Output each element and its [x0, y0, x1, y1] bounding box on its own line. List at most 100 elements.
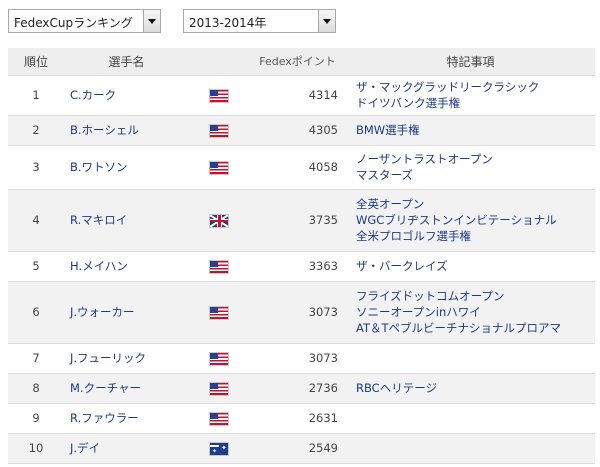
table-row: 10J.デイ ✦ 2549 — [8, 433, 595, 464]
tournament-link[interactable]: RBCヘリテージ — [356, 380, 595, 396]
header-points: Fedexポイント — [249, 48, 346, 76]
table-row: 8 M.クーチャー 2736 RBCヘリテージ — [8, 373, 595, 404]
flag-cell — [189, 145, 249, 190]
player-cell: M.クーチャー — [64, 373, 189, 404]
player-cell: R.ファウラー — [64, 403, 189, 434]
player-cell: C.カーク — [64, 75, 189, 116]
tournament-link[interactable]: ザ・バークレイズ — [356, 258, 595, 274]
header-notes: 特記事項 — [346, 48, 595, 76]
us-flag-icon — [210, 89, 228, 102]
flag-cell — [189, 189, 249, 252]
points-cell: 3073 — [249, 343, 346, 374]
tournament-link[interactable]: AT＆Tペブルビーチナショナルプロアマ — [356, 320, 595, 336]
points-cell: 2736 — [249, 373, 346, 404]
notes-cell: ノーザントラストオープン マスターズ — [346, 145, 595, 190]
notes-cell — [346, 343, 595, 374]
table-row: 6 J.ウォーカー 3073 フライズドットコムオープン ソニーオープンinハワイ AT＆… — [8, 281, 595, 344]
player-cell: J.ウォーカー — [64, 281, 189, 344]
rank-cell: 1 — [8, 75, 64, 116]
tournament-link[interactable]: ノーザントラストオープン — [356, 151, 595, 167]
points-cell: 3073 — [249, 281, 346, 344]
table-row: 4 R.マキロイ 3735 全英オープン WGCブリヂストンインビテーショナル 全米プロゴ… — [8, 189, 595, 252]
player-link[interactable]: J.デイ — [64, 441, 100, 455]
flag-cell — [189, 75, 249, 116]
us-flag-icon — [210, 352, 228, 365]
tournament-link[interactable]: ドイツバンク選手権 — [356, 95, 595, 111]
au-flag-icon: ✦ — [210, 442, 228, 455]
table-row: 3 B.ワトソン 4058 ノーザントラストオープン マスターズ — [8, 145, 595, 190]
player-link[interactable]: H.メイハン — [64, 259, 128, 273]
tournament-link[interactable]: 全米プロゴルフ選手権 — [356, 228, 595, 244]
table-row: 5 H.メイハン 3363 ザ・バークレイズ — [8, 251, 595, 282]
notes-cell: BMW選手権 — [346, 115, 595, 146]
chevron-down-icon[interactable] — [143, 10, 160, 32]
tournament-link[interactable]: BMW選手権 — [356, 122, 595, 138]
points-cell: 3363 — [249, 251, 346, 282]
player-link[interactable]: R.マキロイ — [64, 213, 127, 227]
table-row: 7 J.フューリック 3073 — [8, 343, 595, 374]
notes-cell: RBCヘリテージ — [346, 373, 595, 404]
player-cell: R.マキロイ — [64, 189, 189, 252]
notes-cell: フライズドットコムオープン ソニーオープンinハワイ AT＆Tペブルビーチナショナル… — [346, 281, 595, 344]
notes-cell — [346, 433, 595, 464]
player-link[interactable]: J.ウォーカー — [64, 305, 135, 319]
player-cell: H.メイハン — [64, 251, 189, 282]
us-flag-icon — [210, 306, 228, 319]
player-link[interactable]: B.ホーシェル — [64, 123, 139, 137]
table-row: 9 R.ファウラー 2631 — [8, 403, 595, 434]
player-link[interactable]: J.フューリック — [64, 351, 146, 365]
header-flag — [189, 48, 249, 76]
rank-cell: 4 — [8, 189, 64, 252]
table-header-row: 順位 選手名 Fedexポイント 特記事項 — [8, 48, 595, 76]
flag-cell — [189, 343, 249, 374]
rank-cell: 8 — [8, 373, 64, 404]
player-link[interactable]: M.クーチャー — [64, 381, 141, 395]
rank-cell: 9 — [8, 403, 64, 434]
points-cell: 4314 — [249, 75, 346, 116]
chevron-down-icon[interactable] — [318, 10, 335, 32]
points-cell: 4305 — [249, 115, 346, 146]
us-flag-icon — [210, 124, 228, 137]
flag-cell: ✦ — [189, 433, 249, 464]
player-link[interactable]: R.ファウラー — [64, 411, 139, 425]
table-row: 2 B.ホーシェル 4305 BMW選手権 — [8, 115, 595, 146]
season-value: 2013-2014年 — [189, 16, 267, 30]
tournament-link[interactable]: WGCブリヂストンインビテーショナル — [356, 212, 595, 228]
tournament-link[interactable]: ザ・マックグラッドリークラシック — [356, 79, 595, 95]
ranking-type-select[interactable]: FedexCupランキング — [8, 9, 161, 33]
uk-flag-icon — [210, 214, 228, 227]
notes-cell: 全英オープン WGCブリヂストンインビテーショナル 全米プロゴルフ選手権 — [346, 189, 595, 252]
us-flag-icon — [210, 260, 228, 273]
rank-cell: 10 — [8, 433, 64, 464]
player-cell: J.フューリック — [64, 343, 189, 374]
header-player: 選手名 — [64, 48, 189, 76]
notes-cell: ザ・マックグラッドリークラシック ドイツバンク選手権 — [346, 75, 595, 116]
notes-cell: ザ・バークレイズ — [346, 251, 595, 282]
player-cell: J.デイ — [64, 433, 189, 464]
tournament-link[interactable]: 全英オープン — [356, 196, 595, 212]
flag-cell — [189, 251, 249, 282]
rank-cell: 2 — [8, 115, 64, 146]
points-cell: 2549 — [249, 433, 346, 464]
player-link[interactable]: C.カーク — [64, 88, 116, 102]
us-flag-icon — [210, 412, 228, 425]
table-row: 1 C.カーク 4314 ザ・マックグラッドリークラシック ドイツバンク選手権 — [8, 75, 595, 116]
us-flag-icon — [210, 382, 228, 395]
ranking-table: 順位 選手名 Fedexポイント 特記事項 1 C.カーク 4314 ザ・マックグラッ… — [8, 48, 595, 464]
table-body: 1 C.カーク 4314 ザ・マックグラッドリークラシック ドイツバンク選手権 2 B.ホー… — [8, 75, 595, 464]
points-cell: 4058 — [249, 145, 346, 190]
rank-cell: 7 — [8, 343, 64, 374]
tournament-link[interactable]: フライズドットコムオープン — [356, 288, 595, 304]
flag-cell — [189, 373, 249, 404]
rank-cell: 3 — [8, 145, 64, 190]
player-link[interactable]: B.ワトソン — [64, 160, 128, 174]
tournament-link[interactable]: ソニーオープンinハワイ — [356, 304, 595, 320]
us-flag-icon — [210, 161, 228, 174]
player-cell: B.ワトソン — [64, 145, 189, 190]
flag-cell — [189, 403, 249, 434]
tournament-link[interactable]: マスターズ — [356, 167, 595, 183]
season-select[interactable]: 2013-2014年 — [183, 9, 336, 33]
rank-cell: 6 — [8, 281, 64, 344]
ranking-type-value: FedexCupランキング — [14, 16, 133, 30]
flag-cell — [189, 281, 249, 344]
